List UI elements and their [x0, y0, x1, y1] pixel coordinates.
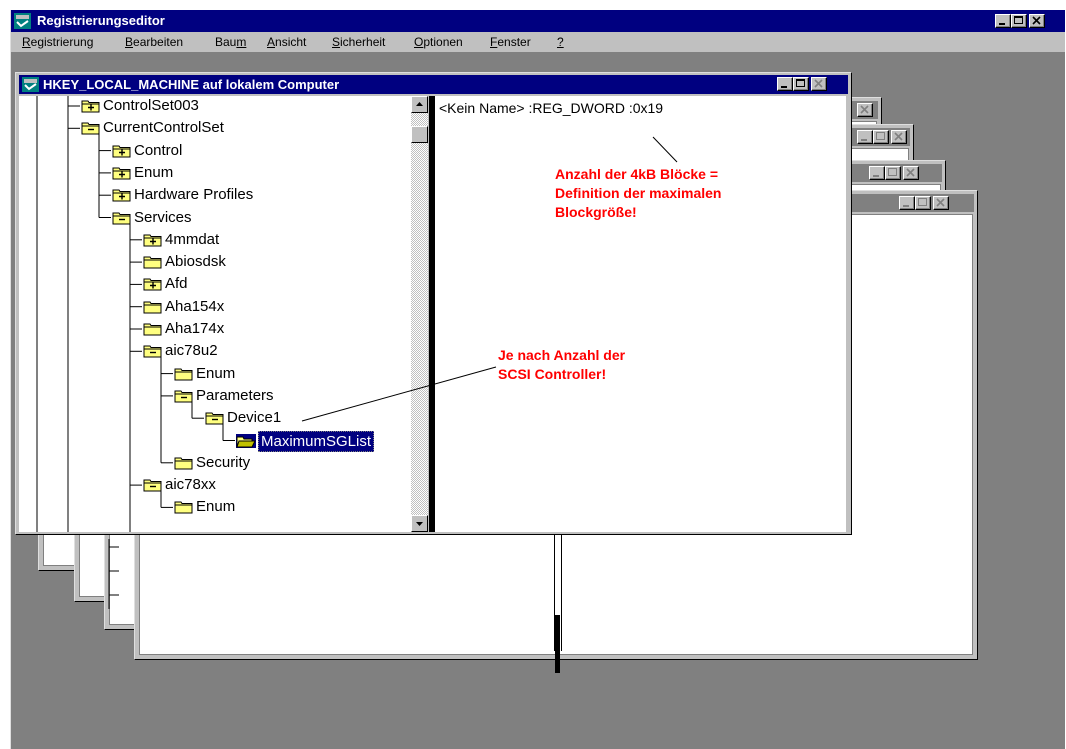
tree-node-label: aic78u2	[165, 342, 218, 360]
maximize-icon[interactable]	[873, 130, 889, 144]
minimize-icon[interactable]	[899, 196, 915, 210]
folder-icon	[174, 457, 193, 470]
maximize-icon[interactable]	[793, 77, 809, 91]
close-icon[interactable]	[857, 103, 873, 117]
registry-tree[interactable]: ControlSet003 CurrentControlSet Control Enu…	[19, 96, 411, 532]
minimize-icon[interactable]	[995, 14, 1011, 28]
folder-minus-icon	[143, 345, 162, 358]
folder-plus-icon	[81, 100, 100, 113]
scroll-up-button[interactable]	[411, 96, 428, 113]
folder-plus-icon	[112, 145, 131, 158]
tree-node-label: Hardware Profiles	[134, 186, 254, 204]
value-entry[interactable]: <Kein Name> :REG_DWORD :0x19	[439, 100, 663, 116]
tree-node-label: aic78xx	[165, 476, 216, 494]
tree-lines-stub	[105, 539, 135, 617]
tree-node-label: Aha174x	[165, 320, 225, 337]
tree-node-label: Control	[134, 141, 183, 159]
menu-baum[interactable]: Baum	[215, 35, 246, 49]
folder-minus-icon	[112, 212, 131, 224]
tree-node-label: Enum	[196, 498, 236, 516]
scroll-down-button[interactable]	[411, 515, 428, 532]
menu-fenster[interactable]: Fenster	[490, 35, 531, 49]
tree-scrollbar[interactable]	[411, 96, 428, 532]
tree-node-label: Parameters	[196, 386, 274, 404]
pane-divider-thumb[interactable]	[555, 615, 560, 673]
regedit-app-icon	[14, 13, 31, 29]
folder-icon	[143, 256, 162, 269]
tree-node-label: Device1	[227, 409, 282, 427]
folder-minus-icon	[174, 390, 193, 403]
maximize-icon[interactable]	[915, 196, 931, 210]
menu-help[interactable]: ?	[557, 35, 564, 49]
folder-plus-icon	[143, 234, 162, 247]
close-icon[interactable]	[1029, 14, 1045, 28]
folder-plus-icon	[143, 278, 162, 291]
folder-minus-icon	[81, 122, 100, 135]
tree-node-label: Aha154x	[165, 297, 225, 315]
annotation-line: SCSI Controller!	[498, 366, 607, 382]
close-icon[interactable]	[903, 166, 919, 180]
hklm-window[interactable]: HKEY_LOCAL_MACHINE auf lokalem Computer …	[15, 72, 852, 535]
scroll-thumb[interactable]	[411, 126, 428, 143]
maximize-icon[interactable]	[885, 166, 901, 180]
menu-bearbeiten[interactable]: Bearbeiten	[125, 35, 183, 49]
registry-window-icon	[22, 77, 39, 92]
tree-node-label: Security	[196, 453, 251, 471]
close-icon[interactable]	[811, 77, 827, 91]
annotation-line: Je nach Anzahl der	[498, 347, 626, 363]
value-pane[interactable]: <Kein Name> :REG_DWORD :0x19	[435, 96, 846, 532]
close-icon[interactable]	[933, 196, 949, 210]
tree-node-label: MaximumSGList	[258, 430, 375, 452]
menu-bar: Registrierung Bearbeiten Baum Ansicht Si…	[11, 32, 1065, 52]
menu-sicherheit[interactable]: Sicherheit	[332, 35, 385, 49]
app-title: Registrierungseditor	[37, 13, 165, 28]
menu-ansicht[interactable]: Ansicht	[267, 35, 306, 49]
tree-node-label: Abiosdsk	[165, 253, 226, 271]
maximize-icon[interactable]	[1011, 14, 1027, 28]
tree-node-label: Services	[134, 208, 192, 226]
tree-node-label: 4mmdat	[165, 230, 220, 248]
menu-optionen[interactable]: Optionen	[414, 35, 463, 49]
minimize-icon[interactable]	[777, 77, 793, 91]
folder-minus-icon	[143, 479, 162, 492]
minimize-icon[interactable]	[869, 166, 885, 180]
annotation-line: Blockgröße!	[555, 204, 637, 220]
folder-icon	[143, 323, 162, 336]
annotation-blocks: Anzahl der 4kB Blöcke = Definition der m…	[555, 165, 721, 222]
tree-node-label: Enum	[134, 163, 174, 181]
tree-node-label: ControlSet003	[103, 97, 199, 114]
minimize-icon[interactable]	[857, 130, 873, 144]
folder-plus-icon	[112, 167, 131, 180]
app-title-bar[interactable]: Registrierungseditor	[11, 10, 1065, 32]
folder-icon	[174, 501, 193, 514]
tree-node-label: CurrentControlSet	[103, 119, 224, 137]
folder-icon	[174, 368, 193, 381]
hklm-title-bar[interactable]: HKEY_LOCAL_MACHINE auf lokalem Computer	[19, 75, 848, 94]
annotation-line: Definition der maximalen	[555, 185, 722, 201]
folder-icon	[143, 301, 162, 314]
annotation-line: Anzahl der 4kB Blöcke =	[555, 166, 719, 182]
close-icon[interactable]	[891, 130, 907, 144]
annotation-controller: Je nach Anzahl der SCSI Controller!	[498, 346, 625, 384]
menu-registrierung[interactable]: Registrierung	[22, 35, 93, 49]
tree-node-label: Afd	[165, 275, 188, 293]
folder-plus-icon	[112, 189, 131, 202]
tree-node-label: Enum	[196, 364, 236, 382]
window-title: HKEY_LOCAL_MACHINE auf lokalem Computer	[43, 77, 340, 92]
folder-minus-icon	[205, 412, 224, 425]
folder-open-icon	[236, 433, 256, 448]
